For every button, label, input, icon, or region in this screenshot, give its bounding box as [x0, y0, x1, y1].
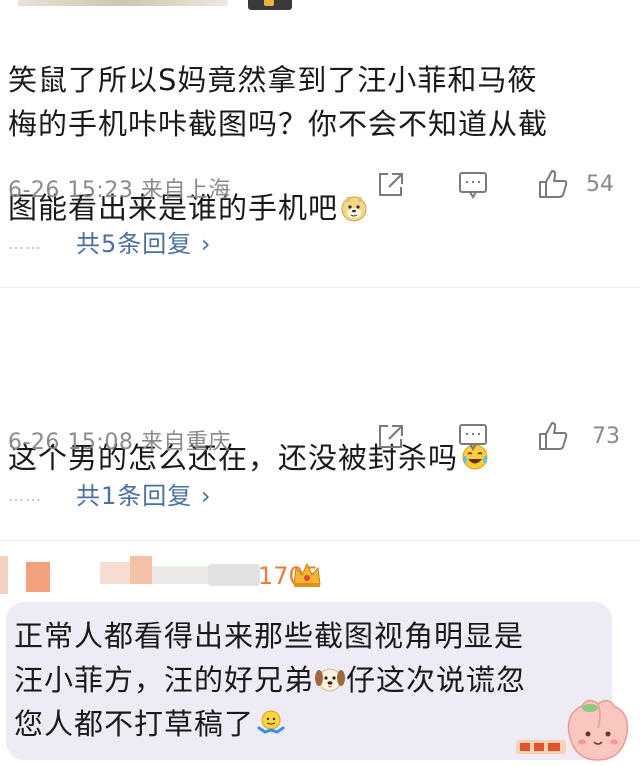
blurred-username	[130, 556, 152, 584]
comment-1-meta: 6-26 15:23 来自上海 54	[8, 166, 640, 206]
share-icon[interactable]	[374, 420, 408, 452]
comment-icon[interactable]	[456, 168, 490, 200]
comment-1-time: 6-26 15:23 来自上海	[8, 178, 231, 203]
comment-2-text: 这个男的怎么还在，还没被封杀吗	[8, 352, 608, 480]
chevron-right-icon: ›	[200, 482, 212, 510]
reply-dots: ……	[8, 486, 42, 505]
dog-emoji	[314, 662, 346, 692]
crown-icon	[290, 560, 324, 590]
like-icon[interactable]	[536, 420, 570, 452]
comment-2-like-count: 73	[592, 424, 620, 449]
divider	[0, 540, 640, 541]
reply-dots: ……	[8, 234, 42, 253]
comment-1-like-count: 54	[586, 172, 614, 197]
watermark-tag	[516, 738, 566, 756]
chevron-right-icon: ›	[200, 230, 212, 258]
view-replies-link[interactable]: 共1条回复 ›	[76, 476, 212, 511]
comment-3-line-1: 正常人都看得出来那些截图视角明显是	[14, 619, 525, 653]
comment-3-bubble: 正常人都看得出来那些截图视角明显是 汪小菲方，汪的好兄弟 仔这次说谎忽 您人都不…	[6, 602, 612, 760]
divider	[0, 287, 640, 288]
comment-3-line-2: 汪小菲方，汪的好兄弟 仔这次说谎忽	[14, 662, 527, 697]
comment-3-user[interactable]: 1705	[0, 556, 640, 596]
shrug-emoji	[256, 706, 286, 736]
share-icon[interactable]	[374, 168, 408, 200]
blurred-username	[100, 562, 130, 584]
like-icon[interactable]	[536, 168, 570, 200]
blurred-username	[18, 0, 228, 6]
peach-mascot-icon	[562, 698, 634, 762]
comment-2-time: 6-26 15:08 来自重庆	[8, 430, 231, 455]
cropped-header	[0, 0, 640, 12]
comment-2-meta: 6-26 15:08 来自重庆 73	[8, 418, 640, 458]
blurred-avatar	[0, 556, 8, 594]
view-replies-link[interactable]: 共5条回复 ›	[76, 224, 212, 259]
comment-icon[interactable]	[456, 420, 490, 452]
blurred-username	[152, 566, 212, 584]
comment-3-text: 正常人都看得出来那些截图视角明显是 汪小菲方，汪的好兄弟 仔这次说谎忽 您人都不…	[14, 614, 614, 746]
blurred-username	[208, 564, 260, 586]
blurred-username	[26, 562, 50, 592]
user-badge-icon	[248, 0, 292, 10]
